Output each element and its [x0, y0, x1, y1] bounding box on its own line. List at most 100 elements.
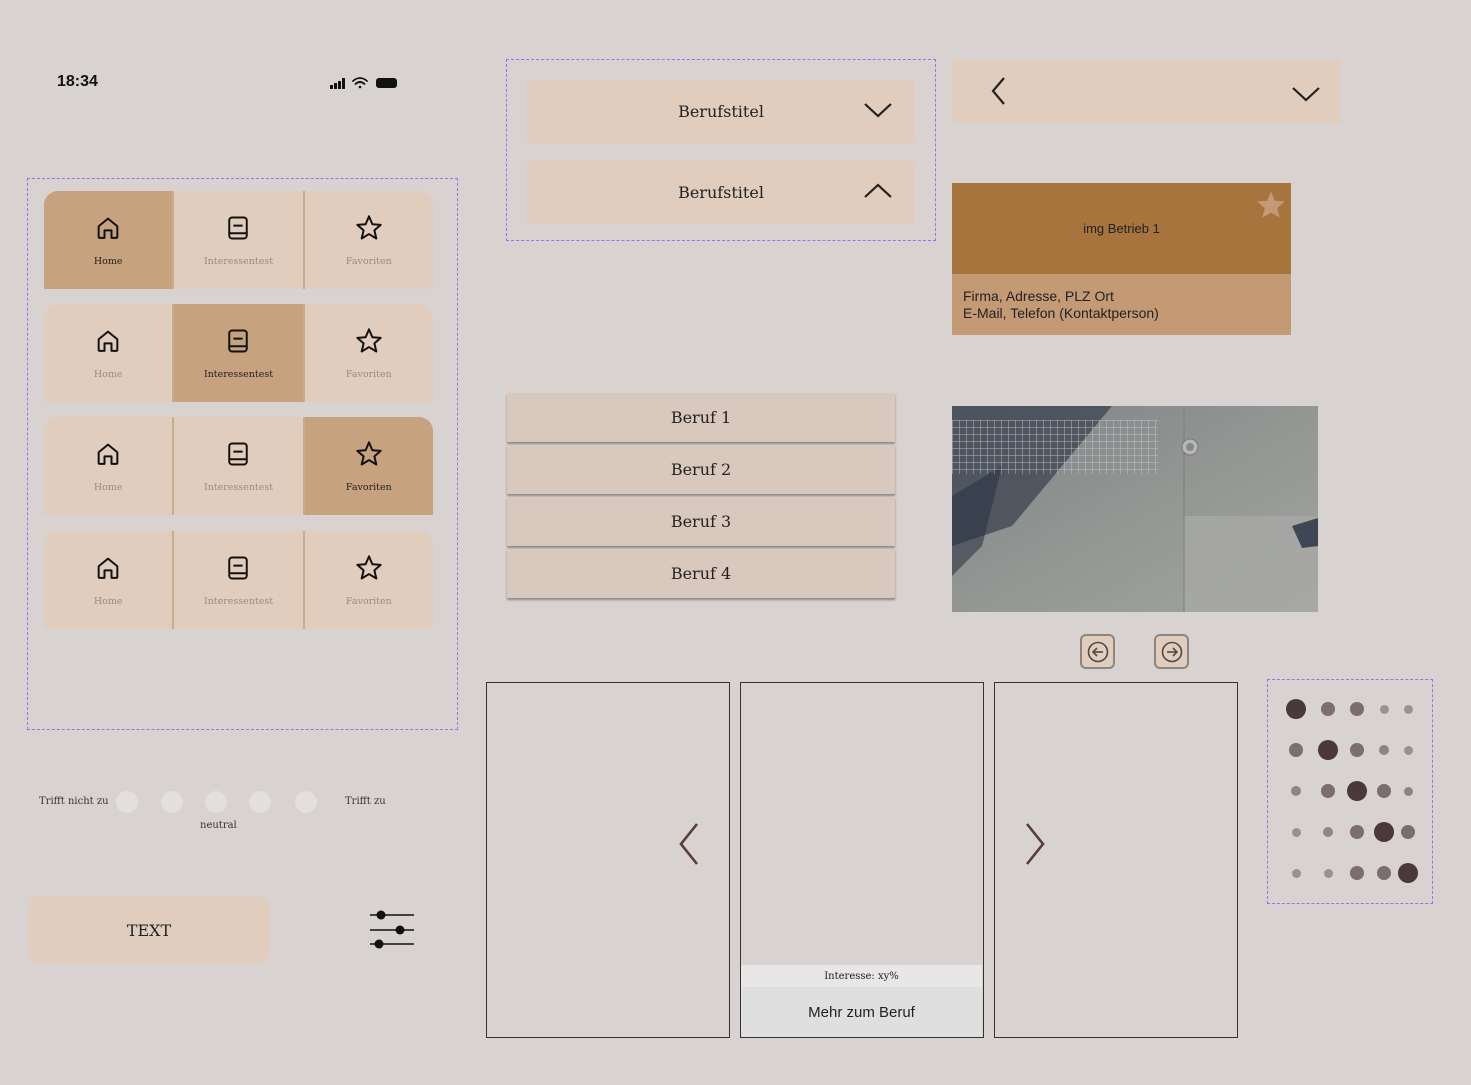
chevron-down-icon: [864, 103, 892, 118]
nav-item-label: Favoriten: [345, 368, 392, 380]
nav-item-favoriten[interactable]: Favoriten: [302, 417, 433, 515]
nav-item-home[interactable]: Home: [44, 417, 172, 515]
nav-item-label: Interessentest: [203, 595, 274, 607]
star-icon: [356, 554, 382, 579]
job-list-item[interactable]: Beruf 4: [507, 549, 895, 598]
dropdown-expanded[interactable]: Berufstitel: [527, 161, 915, 224]
bottom-nav-variant: Home Interessentest Favoriten: [44, 531, 433, 629]
carousel-card-left[interactable]: [486, 682, 730, 1038]
pagination-dot: [1321, 784, 1335, 798]
header-bar: [952, 60, 1340, 123]
pagination-dot: [1321, 702, 1335, 716]
nav-item-home[interactable]: Home: [44, 191, 173, 289]
job-list-item[interactable]: Beruf 2: [507, 445, 895, 494]
chevron-left-icon[interactable]: [677, 821, 701, 867]
business-info: Firma, Adresse, PLZ Ort E-Mail, Telefon …: [952, 274, 1291, 335]
pagination-dot: [1350, 743, 1364, 757]
nav-item-favoriten[interactable]: Favoriten: [302, 304, 433, 402]
nav-item-label: Home: [93, 481, 123, 493]
rating-option[interactable]: [295, 791, 317, 813]
carousel-card-center[interactable]: Interesse: xy% Mehr zum Beruf: [740, 682, 984, 1038]
job-list-item[interactable]: Beruf 3: [507, 497, 895, 546]
pagination-dot: [1323, 827, 1333, 837]
home-icon: [97, 443, 119, 465]
nav-item-interessentest[interactable]: Interessentest: [172, 417, 302, 515]
business-image-label: img Betrieb 1: [1083, 221, 1160, 236]
pagination-dot: [1401, 825, 1415, 839]
chevron-right-icon[interactable]: [1023, 821, 1047, 867]
nav-item-interessentest[interactable]: Interessentest: [172, 304, 303, 402]
arrow-left-icon: [1087, 641, 1108, 662]
dropdown-label: Berufstitel: [678, 183, 764, 202]
pagination-dot: [1374, 822, 1394, 842]
pagination-dot: [1403, 745, 1413, 755]
business-line1: Firma, Adresse, PLZ Ort: [963, 288, 1114, 304]
pagination-dot: [1379, 745, 1389, 755]
nav-item-label: Interessentest: [203, 368, 274, 380]
dropdown-label: Berufstitel: [678, 102, 764, 121]
book-icon: [228, 329, 249, 352]
job-list-item[interactable]: Beruf 1: [507, 393, 895, 442]
book-icon: [228, 442, 249, 465]
nav-item-label: Home: [93, 255, 123, 267]
battery-icon: [376, 78, 397, 88]
home-icon: [97, 557, 119, 579]
rating-option[interactable]: [249, 791, 271, 813]
more-about-job-button[interactable]: Mehr zum Beruf: [741, 987, 982, 1037]
pagination-dot: [1291, 827, 1301, 837]
text-button[interactable]: TEXT: [28, 896, 270, 964]
nav-item-label: Interessentest: [203, 255, 274, 267]
nav-item-label: Favoriten: [345, 481, 392, 493]
pagination-dot: [1403, 704, 1413, 714]
nav-item-home[interactable]: Home: [44, 304, 172, 402]
star-icon: [356, 327, 382, 352]
status-icons: [328, 76, 400, 95]
pagination-dot: [1398, 863, 1418, 883]
nav-item-label: Interessentest: [203, 481, 274, 493]
filter-sliders-icon[interactable]: [368, 908, 416, 955]
nav-item-label: Home: [93, 595, 123, 607]
pagination-dot: [1350, 702, 1364, 716]
wifi-icon: [352, 77, 368, 89]
rating-middle-label: neutral: [200, 820, 237, 831]
book-icon: [228, 556, 249, 579]
photo-image: [952, 406, 1318, 612]
star-icon[interactable]: [1256, 190, 1286, 219]
status-time: 18:34: [57, 73, 98, 90]
chevron-down-icon[interactable]: [1291, 85, 1321, 103]
pagination-dot: [1323, 868, 1333, 878]
signal-icon: [330, 78, 345, 89]
home-icon: [97, 330, 119, 352]
arrow-right-icon: [1161, 641, 1182, 662]
book-icon: [228, 216, 249, 239]
bottom-nav-variant: Home Interessentest Favoriten: [44, 191, 433, 289]
nav-item-favoriten[interactable]: Favoriten: [302, 191, 433, 289]
pagination-dot: [1403, 786, 1413, 796]
next-button[interactable]: [1154, 634, 1189, 669]
star-icon: [356, 214, 382, 239]
pagination-dot: [1347, 781, 1367, 801]
pagination-dot: [1377, 866, 1391, 880]
chevron-up-icon: [864, 183, 892, 198]
rating-option[interactable]: [116, 791, 138, 813]
carousel-card-right[interactable]: [994, 682, 1238, 1038]
previous-button[interactable]: [1080, 634, 1115, 669]
pagination-dot: [1291, 786, 1301, 796]
rating-option[interactable]: [205, 791, 227, 813]
bottom-nav-variant: Home Interessentest Favoriten: [44, 304, 433, 402]
rating-right-label: Trifft zu: [345, 796, 386, 807]
home-icon: [97, 217, 119, 239]
bottom-nav-variant: Home Interessentest Favoriten: [44, 417, 433, 515]
business-image: img Betrieb 1: [952, 183, 1291, 274]
business-line2: E-Mail, Telefon (Kontaktperson): [963, 305, 1159, 321]
nav-item-home[interactable]: Home: [44, 531, 172, 629]
dropdown-collapsed[interactable]: Berufstitel: [527, 80, 915, 143]
rating-option[interactable]: [161, 791, 183, 813]
nav-item-interessentest[interactable]: Interessentest: [172, 531, 302, 629]
nav-item-favoriten[interactable]: Favoriten: [302, 531, 433, 629]
business-card[interactable]: img Betrieb 1 Firma, Adresse, PLZ Ort E-…: [952, 183, 1291, 335]
star-icon: [356, 440, 382, 465]
nav-item-interessentest[interactable]: Interessentest: [172, 191, 302, 289]
pagination-dot: [1377, 784, 1391, 798]
back-chevron-icon[interactable]: [990, 76, 1008, 106]
